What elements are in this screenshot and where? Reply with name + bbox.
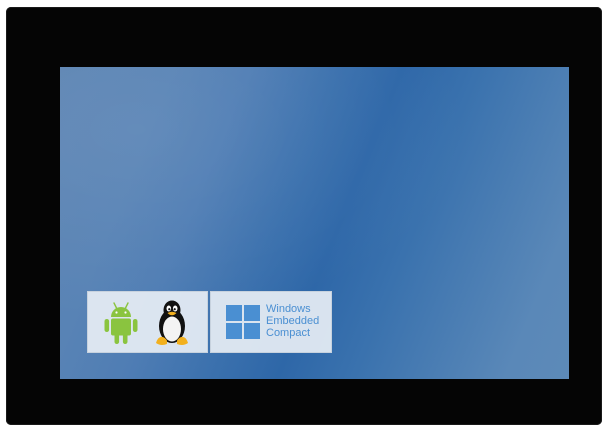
windows-badge-label: Windows Embedded Compact — [266, 303, 319, 339]
windows-label-line3: Compact — [266, 327, 311, 339]
linux-tux-icon — [156, 300, 188, 346]
os-support-badge — [87, 291, 208, 353]
display-bezel: Windows Embedded Compact — [6, 7, 602, 425]
windows-label-line1: Windows — [266, 303, 311, 315]
windows-embedded-compact-badge: Windows Embedded Compact — [210, 291, 332, 353]
windows-logo-icon — [226, 305, 260, 339]
android-icon — [104, 302, 138, 344]
windows-label-line2: Embedded — [266, 315, 320, 327]
display-screen: Windows Embedded Compact — [60, 67, 569, 379]
